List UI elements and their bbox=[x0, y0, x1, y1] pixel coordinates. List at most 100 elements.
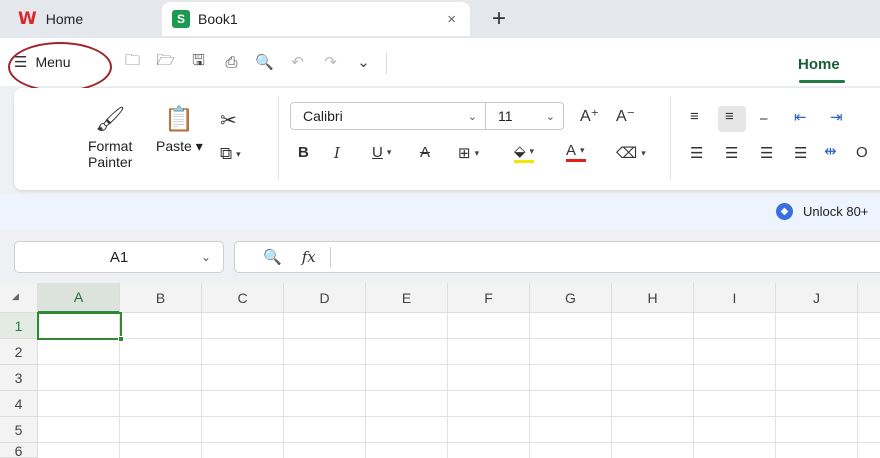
row-header[interactable]: 4 bbox=[0, 391, 38, 417]
select-all-corner[interactable]: ◢ bbox=[0, 283, 38, 313]
quick-access-toolbar: ☰ Menu 🗀 🗁 🖫 ⎙ 🔍 ↶ ↷ ⌄ Home bbox=[0, 38, 880, 92]
fill-handle[interactable] bbox=[118, 336, 124, 342]
fill-color-button[interactable]: ⬙ ▾ bbox=[514, 142, 535, 163]
borders-icon: ⊞ bbox=[458, 145, 471, 162]
column-header[interactable]: A bbox=[38, 283, 120, 313]
font-size-select[interactable]: 11 ⌄ bbox=[486, 102, 564, 130]
column-header[interactable]: D bbox=[284, 283, 366, 313]
decrease-indent-icon[interactable]: ⇤ bbox=[794, 108, 807, 126]
row-header[interactable]: 1 bbox=[0, 313, 38, 339]
underline-label: U bbox=[372, 144, 383, 161]
corner-triangle-icon: ◢ bbox=[12, 291, 19, 301]
ribbon-divider bbox=[278, 96, 279, 180]
cut-icon[interactable]: ✂ bbox=[220, 108, 237, 133]
formula-divider bbox=[329, 247, 331, 267]
ribbon-divider bbox=[670, 96, 671, 180]
font-name-select[interactable]: Calibri ⌄ bbox=[290, 102, 486, 130]
fill-color-swatch bbox=[514, 160, 534, 163]
ribbon-tab-home[interactable]: Home bbox=[798, 56, 840, 73]
increase-indent-icon[interactable]: ⇥ bbox=[830, 108, 843, 126]
partial-ribbon-label: O bbox=[856, 144, 868, 161]
align-middle-icon[interactable]: ≡ bbox=[725, 108, 734, 125]
save-icon[interactable]: 🖫 bbox=[182, 50, 215, 74]
shrink-font-button[interactable]: A⁻ bbox=[616, 106, 635, 126]
align-right-icon[interactable]: ☰ bbox=[760, 144, 773, 162]
font-color-swatch bbox=[566, 159, 586, 162]
chevron-down-icon: ▾ bbox=[236, 148, 241, 159]
ribbon-tab-underline bbox=[799, 80, 845, 83]
print-preview-icon[interactable]: 🔍 bbox=[248, 50, 281, 74]
column-header[interactable]: H bbox=[612, 283, 694, 313]
align-center-icon[interactable]: ☰ bbox=[725, 144, 738, 162]
diamond-icon: ◆ bbox=[776, 203, 793, 220]
justify-icon[interactable]: ☰ bbox=[794, 144, 807, 162]
unlock-link[interactable]: ◆ Unlock 80+ bbox=[776, 203, 868, 220]
paste-button[interactable]: 📋 Paste ▾ bbox=[156, 102, 203, 155]
quick-icons: 🗀 🗁 🖫 ⎙ 🔍 ↶ ↷ ⌄ bbox=[116, 50, 380, 74]
font-size-value: 11 bbox=[498, 108, 513, 124]
underline-button[interactable]: U ▾ bbox=[372, 144, 391, 161]
tab-bar: W Home S Book1 × + bbox=[0, 0, 880, 38]
paste-label: Paste ▾ bbox=[156, 138, 203, 154]
new-tab-button[interactable]: + bbox=[492, 4, 506, 34]
zoom-icon[interactable]: 🔍 bbox=[263, 248, 282, 266]
redo-icon[interactable]: ↷ bbox=[314, 50, 347, 74]
wps-logo-icon: W bbox=[18, 9, 37, 29]
strikethrough-button[interactable]: A bbox=[420, 144, 430, 161]
cell-area[interactable] bbox=[38, 313, 880, 458]
name-box-value: A1 bbox=[109, 248, 129, 266]
row-header[interactable]: 6 bbox=[0, 443, 38, 458]
column-header[interactable]: F bbox=[448, 283, 530, 313]
toolbar-divider bbox=[386, 52, 387, 74]
eraser-icon: ⌫ bbox=[616, 145, 638, 162]
format-painter-button[interactable]: 🖌 Format Painter bbox=[88, 102, 132, 170]
grow-font-button[interactable]: A⁺ bbox=[580, 106, 599, 126]
active-cell-a1[interactable] bbox=[37, 312, 124, 342]
tab-book1-label: Book1 bbox=[198, 11, 238, 27]
align-bottom-icon[interactable]: ⎯ bbox=[760, 110, 768, 127]
formula-bar[interactable]: 🔍 fx bbox=[234, 241, 880, 273]
column-header[interactable]: J bbox=[776, 283, 858, 313]
print-icon[interactable]: ⎙ bbox=[215, 50, 248, 74]
column-header-partial[interactable] bbox=[858, 283, 880, 313]
spreadsheet-grid: ◢ A B C D E F G H I J 1 2 3 4 5 6 bbox=[0, 283, 880, 458]
promo-banner: ◆ Unlock 80+ bbox=[0, 194, 880, 230]
font-color-icon: A bbox=[566, 142, 586, 162]
chevron-down-icon: ▾ bbox=[641, 147, 646, 158]
open-icon[interactable]: 🗁 bbox=[149, 50, 182, 74]
chevron-down-icon: ▾ bbox=[529, 145, 535, 156]
close-tab-icon[interactable]: × bbox=[447, 11, 456, 28]
unlock-text: Unlock 80+ bbox=[803, 204, 869, 219]
menu-highlight-circle bbox=[8, 42, 112, 92]
column-header[interactable]: E bbox=[366, 283, 448, 313]
name-box[interactable]: A1 ⌄ bbox=[14, 241, 224, 273]
column-header[interactable]: I bbox=[694, 283, 776, 313]
ribbon: 🖌 Format Painter 📋 Paste ▾ ✂ ⧉ ▾ Calibri … bbox=[14, 88, 880, 190]
column-header[interactable]: C bbox=[202, 283, 284, 313]
format-painter-label-1: Format bbox=[88, 138, 133, 154]
align-top-icon[interactable]: ≡ bbox=[690, 108, 699, 125]
fx-icon[interactable]: fx bbox=[302, 248, 316, 266]
font-color-button[interactable]: A ▾ bbox=[566, 142, 586, 162]
column-header[interactable]: G bbox=[530, 283, 612, 313]
new-icon[interactable]: 🗀 bbox=[116, 50, 149, 74]
undo-icon[interactable]: ↶ bbox=[281, 50, 314, 74]
chevron-down-icon[interactable]: ⌄ bbox=[201, 250, 211, 264]
more-icon[interactable]: ⌄ bbox=[347, 50, 380, 74]
copy-button[interactable]: ⧉ ▾ bbox=[220, 144, 241, 164]
row-header[interactable]: 3 bbox=[0, 365, 38, 391]
format-painter-icon: 🖌 bbox=[94, 106, 126, 133]
column-header[interactable]: B bbox=[120, 283, 202, 313]
tab-home[interactable]: W Home bbox=[8, 2, 156, 36]
paste-icon: 📋 bbox=[164, 106, 195, 133]
copy-icon: ⧉ bbox=[220, 144, 233, 163]
borders-button[interactable]: ⊞ ▾ bbox=[458, 144, 479, 162]
row-header[interactable]: 5 bbox=[0, 417, 38, 443]
tab-book1[interactable]: S Book1 × bbox=[162, 2, 470, 36]
distributed-icon[interactable]: ⇹ bbox=[824, 142, 837, 160]
italic-button[interactable]: I bbox=[334, 144, 340, 162]
row-header[interactable]: 2 bbox=[0, 339, 38, 365]
bold-button[interactable]: B bbox=[298, 144, 309, 161]
clear-format-button[interactable]: ⌫ ▾ bbox=[616, 144, 646, 162]
align-left-icon[interactable]: ☰ bbox=[690, 144, 703, 162]
